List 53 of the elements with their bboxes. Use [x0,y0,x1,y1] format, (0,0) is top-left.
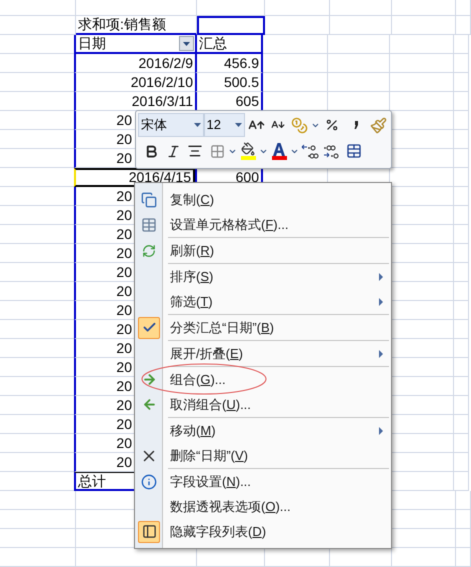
size-combo[interactable]: 12 [204,113,246,137]
submenu-arrow-icon [379,350,383,358]
menu-label: 筛选(T) [169,292,213,311]
menu-item[interactable]: 筛选(T) [135,289,391,314]
panel-icon [142,524,156,539]
menu-item[interactable]: 分类汇总“日期”(B) [135,315,391,340]
info-icon [141,474,157,490]
menu-item[interactable]: 数据透视表选项(O)... [135,494,391,519]
header-cell[interactable]: 日期 [74,35,195,54]
column-header: 日期 [77,34,106,53]
menu-item[interactable]: 字段设置(N)... [135,469,391,494]
menu-item[interactable]: 移动(M) [135,418,391,443]
arrow-right-icon [142,372,156,387]
menu-item[interactable]: 组合(G)... [135,367,391,392]
menu-label: 取消组合(U)... [169,396,251,414]
pivot-title[interactable]: 求和项:销售额 [76,16,197,35]
date-cell[interactable]: 2016/2/9 [74,54,195,73]
menu-item[interactable]: 删除“日期”(V) [135,443,391,468]
caret-icon [183,42,190,46]
submenu-arrow-icon [379,426,383,434]
total-cell[interactable]: 456.9 [195,54,263,73]
caret-icon [194,123,200,127]
menu-label: 展开/折叠(E) [169,344,243,363]
filter-dropdown-button[interactable] [179,36,194,51]
submenu-arrow-icon [379,272,383,280]
menu-item[interactable]: 复制(C) [135,187,391,212]
menu-label: 组合(G)... [169,370,226,389]
menu-label: 字段设置(N)... [169,472,251,491]
caret-icon [235,123,242,127]
menu-label: 复制(C) [169,190,214,209]
menu-label: 隐藏字段列表(D) [169,522,266,541]
menu-label: 设置单元格格式(F)... [169,216,288,234]
submenu-arrow-icon [379,298,383,306]
menu-item[interactable]: 隐藏字段列表(D) [135,519,391,544]
header-cell[interactable]: 汇总 [195,35,263,54]
table-icon [141,216,157,232]
menu-label: 排序(S) [169,268,214,286]
menu-label: 数据透视表选项(O)... [169,498,291,516]
menu-item[interactable]: 刷新(R) [135,238,391,263]
total-cell[interactable]: 500.5 [195,73,263,92]
menu-label: 分类汇总“日期”(B) [169,318,274,337]
menu-label: 删除“日期”(V) [169,446,248,465]
refresh-icon [142,244,156,258]
menu-item[interactable]: 排序(S) [135,264,391,289]
menu-label: 刷新(R) [169,242,214,260]
copy-icon [141,192,157,208]
menu-item[interactable]: 设置单元格格式(F)... [135,212,391,237]
menu-item[interactable]: 展开/折叠(E) [135,341,391,366]
empty-cell[interactable] [197,16,265,35]
menu-label: 移动(M) [169,422,216,440]
menu-item[interactable]: 取消组合(U)... [135,392,391,417]
font-combo[interactable]: 宋体 [138,113,204,137]
date-cell[interactable]: 2016/2/10 [74,73,195,92]
